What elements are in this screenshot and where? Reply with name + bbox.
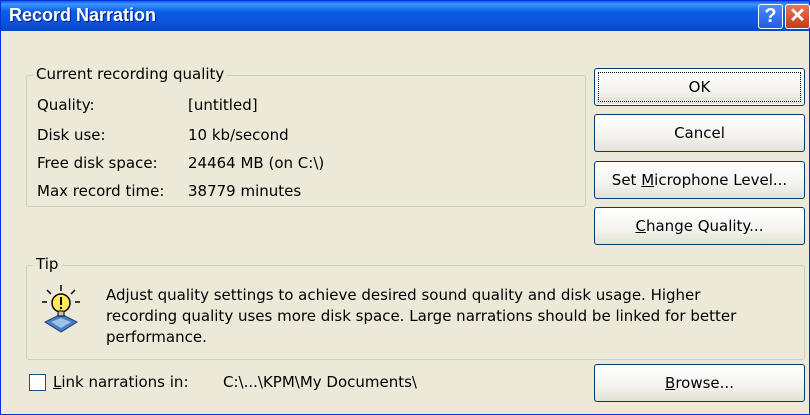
title-bar[interactable]: Record Narration ? ✕ [1,1,810,31]
max-record-time-label: Max record time: [37,182,165,200]
change-quality-label: Change Quality... [635,217,764,235]
disk-use-value: 10 kb/second [188,126,289,144]
link-narrations-label[interactable]: Link narrations in: [53,373,189,391]
free-disk-space-value: 24464 MB (on C:\) [188,154,325,172]
browse-button-label: Browse... [665,374,734,392]
tip-text-line-1: Adjust quality settings to achieve desir… [106,286,701,304]
window-title: Record Narration [9,5,157,25]
ok-button-label: OK [688,78,711,96]
set-microphone-level-label: Set Microphone Level... [611,171,788,189]
record-narration-dialog: Record Narration ? ✕ Current recording q… [0,0,810,415]
change-quality-button[interactable]: Change Quality... [594,207,805,245]
disk-use-label: Disk use: [37,126,106,144]
close-button[interactable]: ✕ [785,4,810,29]
set-microphone-level-button[interactable]: Set Microphone Level... [594,161,805,199]
quality-label: Quality: [37,96,95,114]
lightbulb-icon [42,285,80,333]
recording-quality-group-label: Current recording quality [33,65,228,83]
browse-button[interactable]: Browse... [594,364,805,402]
ok-button[interactable]: OK [594,68,805,106]
help-button[interactable]: ? [758,4,783,29]
quality-value: [untitled] [188,96,258,114]
link-narrations-checkbox[interactable] [29,374,46,391]
cancel-button-label: Cancel [674,124,725,142]
cancel-button[interactable]: Cancel [594,114,805,152]
help-icon: ? [764,5,777,27]
tip-group-label: Tip [33,255,62,273]
link-narrations-path: C:\...\KPM\My Documents\ [223,373,417,391]
max-record-time-value: 38779 minutes [188,182,302,200]
close-icon: ✕ [789,5,806,27]
tip-text-line-3: performance. [106,328,207,346]
tip-text-line-2: recording quality uses more disk space. … [106,307,737,325]
free-disk-space-label: Free disk space: [37,154,158,172]
